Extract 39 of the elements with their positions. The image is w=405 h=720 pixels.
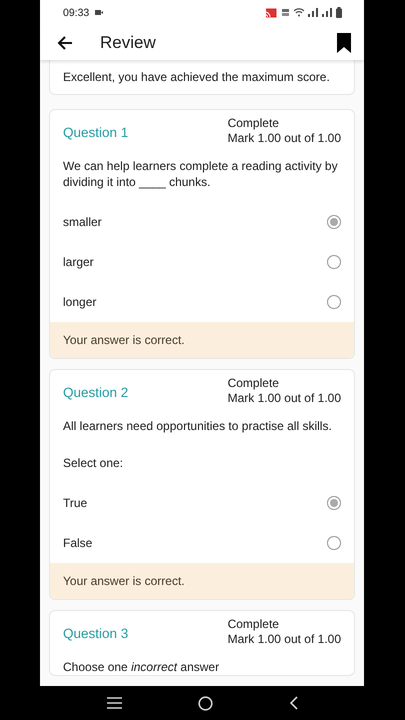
question-state: Complete xyxy=(228,617,280,632)
question-mark: Mark 1.00 out of 1.00 xyxy=(228,391,341,406)
radio-button[interactable] xyxy=(327,295,341,309)
question-mark: Mark 1.00 out of 1.00 xyxy=(228,131,341,146)
video-icon xyxy=(95,10,104,15)
question-title: Question 3 xyxy=(63,626,128,640)
question-text: Choose one incorrect answer xyxy=(62,659,220,675)
radio-button[interactable] xyxy=(327,536,341,550)
status-time: 09:33 xyxy=(63,6,90,18)
question-state: Complete xyxy=(228,116,280,131)
battery-icon xyxy=(336,7,342,18)
question-text: We can help learners complete a reading activity by dividing it into ____ chunks. xyxy=(62,158,339,190)
page-title: Review xyxy=(100,32,156,52)
question-prompt: Select one: xyxy=(62,455,124,471)
question-title: Question 1 xyxy=(63,124,128,140)
option-label: True xyxy=(63,496,88,510)
bookmark-button[interactable] xyxy=(335,30,353,54)
question-mark: Mark 1.00 out of 1.00 xyxy=(228,632,341,647)
signal-icon xyxy=(322,8,332,17)
question-title: Question 2 xyxy=(63,384,128,400)
radio-button[interactable] xyxy=(327,255,341,269)
menu-button[interactable] xyxy=(107,697,122,709)
wifi-icon xyxy=(294,8,304,17)
back-button[interactable] xyxy=(55,34,75,52)
option-label: longer xyxy=(63,295,96,309)
option-label: False xyxy=(63,536,92,550)
cast-icon xyxy=(265,8,277,18)
back-button[interactable] xyxy=(289,696,298,710)
signal-icon xyxy=(308,8,318,17)
option-label: smaller xyxy=(63,215,102,229)
radio-button[interactable] xyxy=(327,496,341,510)
radio-button[interactable] xyxy=(327,215,341,229)
feedback-text: Excellent, you have achieved the maximum score. xyxy=(63,70,331,84)
home-button[interactable] xyxy=(198,696,213,710)
option-label: larger xyxy=(63,255,94,269)
result-message: Your answer is correct. xyxy=(50,563,354,599)
question-state: Complete xyxy=(228,376,280,391)
result-message: Your answer is correct. xyxy=(50,322,354,358)
question-text: All learners need opportunities to practise all skills. xyxy=(62,418,333,434)
